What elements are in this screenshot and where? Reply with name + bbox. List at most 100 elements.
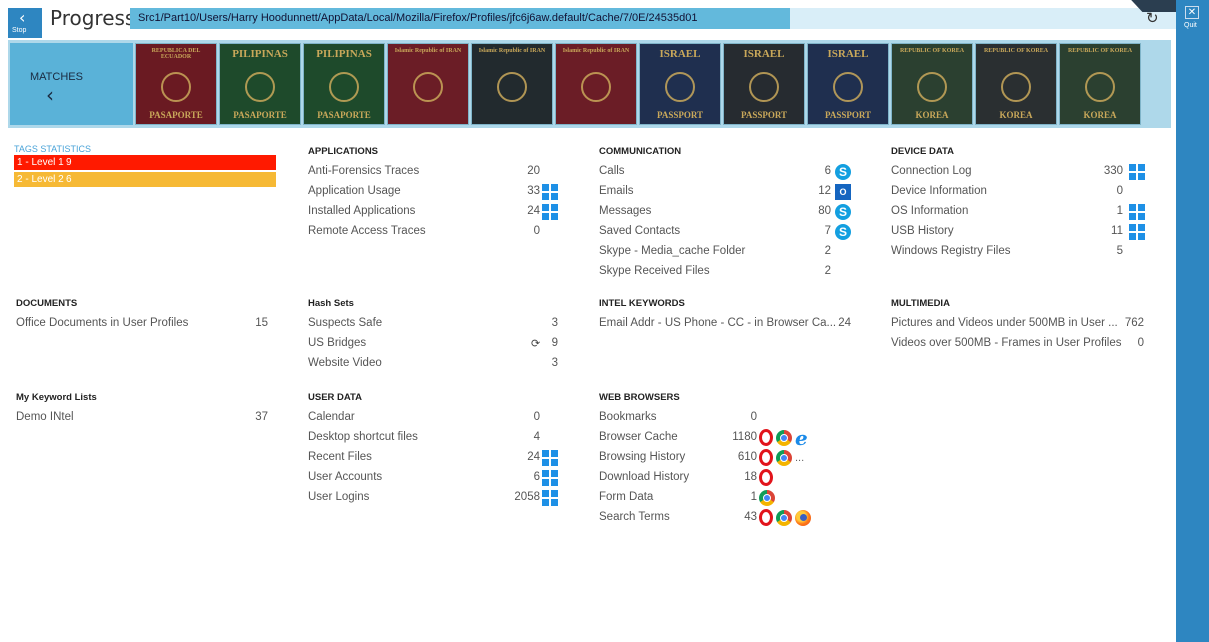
quit-icon[interactable]: ✕ [1185, 6, 1199, 19]
passport-country: ISRAEL [743, 48, 785, 60]
stop-button[interactable]: ‹ Stop [8, 8, 42, 38]
section-title[interactable]: WEB BROWSERS [599, 392, 827, 403]
passport-thumbnail[interactable]: PILIPINAS PASAPORTE [219, 43, 301, 125]
row-label: Search Terms [599, 511, 670, 523]
more-sources-indicator[interactable]: ... [795, 449, 809, 467]
passport-thumbnail[interactable]: ISRAEL PASSPORT [723, 43, 805, 125]
result-row[interactable]: Messages 80 S [599, 202, 901, 222]
row-label: Calendar [308, 411, 355, 423]
result-row[interactable]: Remote Access Traces 0 [308, 222, 610, 242]
result-row[interactable]: Website Video 3 [308, 354, 628, 374]
result-row[interactable]: Application Usage 33 [308, 182, 610, 202]
source-icons: S [835, 223, 851, 240]
row-label: Office Documents in User Profiles [16, 317, 189, 329]
result-row[interactable]: Videos over 500MB - Frames in User Profi… [891, 334, 1209, 354]
result-row[interactable]: US Bridges 9 ⟳ [308, 334, 628, 354]
section-title[interactable]: APPLICATIONS [308, 146, 610, 157]
result-row[interactable]: Desktop shortcut files 4 [308, 428, 610, 448]
result-row[interactable]: Connection Log 330 [891, 162, 1193, 182]
passport-thumbnail[interactable]: PILIPINAS PASAPORTE [303, 43, 385, 125]
opera-icon [759, 429, 773, 446]
ie-icon: e [795, 425, 808, 450]
tag-level-1[interactable]: 1 - Level 1 9 [14, 155, 276, 170]
row-label: Demo INtel [16, 411, 74, 423]
section-title[interactable]: Hash Sets [308, 298, 628, 309]
result-row[interactable]: Emails 12 O [599, 182, 901, 202]
result-row[interactable]: USB History 11 [891, 222, 1193, 242]
result-row[interactable]: Browsing History 610... [599, 448, 827, 468]
row-count: 1180 [732, 431, 757, 443]
result-row[interactable]: Pictures and Videos under 500MB in User … [891, 314, 1209, 334]
passport-thumbnail[interactable]: Islamic Republic of IRAN [555, 43, 637, 125]
matches-label: MATCHES [30, 71, 83, 83]
result-row[interactable]: Recent Files 24 [308, 448, 610, 468]
result-row[interactable]: Search Terms 43 [599, 508, 827, 528]
section-title[interactable]: MULTIMEDIA [891, 298, 1209, 309]
row-count: 15 [255, 317, 268, 329]
result-row[interactable]: Installed Applications 24 [308, 202, 610, 222]
passport-emblem-icon [1085, 72, 1115, 102]
result-row[interactable]: Form Data 1 [599, 488, 827, 508]
row-label: Application Usage [308, 185, 401, 197]
result-row[interactable]: User Accounts 6 [308, 468, 610, 488]
passport-emblem-icon [581, 72, 611, 102]
result-row[interactable]: Bookmarks 0 [599, 408, 827, 428]
row-count: 2 [824, 265, 831, 277]
passport-thumbnail[interactable]: REPUBLICA DEL ECUADOR PASAPORTE [135, 43, 217, 125]
section-title[interactable]: My Keyword Lists [16, 392, 338, 403]
row-count: 6 [824, 165, 831, 177]
passport-thumbnail[interactable]: REPUBLIC OF KOREA KOREA [1059, 43, 1141, 125]
result-row[interactable]: Suspects Safe 3 [308, 314, 628, 334]
passport-thumbnail[interactable]: Islamic Republic of IRAN [471, 43, 553, 125]
result-row[interactable]: Office Documents in User Profiles 15 [16, 314, 338, 334]
result-row[interactable]: Browser Cache 1180 e [599, 428, 827, 448]
passport-country: REPUBLIC OF KOREA [899, 48, 965, 54]
result-row[interactable]: Skype Received Files 2 [599, 262, 901, 282]
row-count: 37 [255, 411, 268, 423]
row-count: 24 [527, 451, 540, 463]
section-title[interactable]: COMMUNICATION [599, 146, 901, 157]
passport-thumbnail[interactable]: Islamic Republic of IRAN [387, 43, 469, 125]
row-count: 0 [750, 411, 757, 423]
matches-back-button[interactable]: MATCHES ‹ [10, 43, 133, 125]
row-label: Remote Access Traces [308, 225, 426, 237]
passport-thumbnail[interactable]: REPUBLIC OF KOREA KOREA [975, 43, 1057, 125]
result-row[interactable]: Download History 18 [599, 468, 827, 488]
passport-emblem-icon [329, 72, 359, 102]
row-label: Connection Log [891, 165, 972, 177]
row-label: OS Information [891, 205, 969, 217]
passport-thumbnail[interactable]: REPUBLIC OF KOREA KOREA [891, 43, 973, 125]
back-chevron-icon: ‹ [19, 8, 26, 27]
section-title[interactable]: DOCUMENTS [16, 298, 338, 309]
section-title[interactable]: DEVICE DATA [891, 146, 1193, 157]
result-row[interactable]: Email Addr - US Phone - CC - in Browser … [599, 314, 921, 334]
row-count: 9 [551, 337, 558, 349]
result-row[interactable]: OS Information 1 [891, 202, 1193, 222]
row-count: 0 [533, 225, 540, 237]
source-icons [1129, 163, 1145, 180]
row-label: User Accounts [308, 471, 383, 483]
result-row[interactable]: User Logins 2058 [308, 488, 610, 508]
passport-thumbnail[interactable]: ISRAEL PASSPORT [639, 43, 721, 125]
section-title[interactable]: INTEL KEYWORDS [599, 298, 921, 309]
section-documents: DOCUMENTS Office Documents in User Profil… [16, 298, 338, 334]
passport-thumbnail[interactable]: ISRAEL PASSPORT [807, 43, 889, 125]
tags-statistics-title[interactable]: TAGS STATISTICS [14, 144, 91, 154]
result-row[interactable]: Demo INtel 37 [16, 408, 338, 428]
source-icons: ⟳ [531, 335, 540, 352]
result-row[interactable]: Saved Contacts 7 S [599, 222, 901, 242]
section-title[interactable]: USER DATA [308, 392, 610, 403]
quit-label[interactable]: Quit [1184, 22, 1197, 29]
result-row[interactable]: Device Information 0 [891, 182, 1193, 202]
firefox-icon [795, 509, 811, 526]
result-row[interactable]: Skype - Media_cache Folder 2 [599, 242, 901, 262]
tag-count: 9 [66, 157, 72, 168]
result-row[interactable]: Calendar 0 [308, 408, 610, 428]
passport-country: REPUBLIC OF KOREA [983, 48, 1049, 54]
result-row[interactable]: Anti-Forensics Traces 20 [308, 162, 610, 182]
row-label: Website Video [308, 357, 382, 369]
tag-level-2[interactable]: 2 - Level 2 6 [14, 172, 276, 187]
result-row[interactable]: Windows Registry Files 5 [891, 242, 1193, 262]
row-label: Recent Files [308, 451, 372, 463]
result-row[interactable]: Calls 6 S [599, 162, 901, 182]
